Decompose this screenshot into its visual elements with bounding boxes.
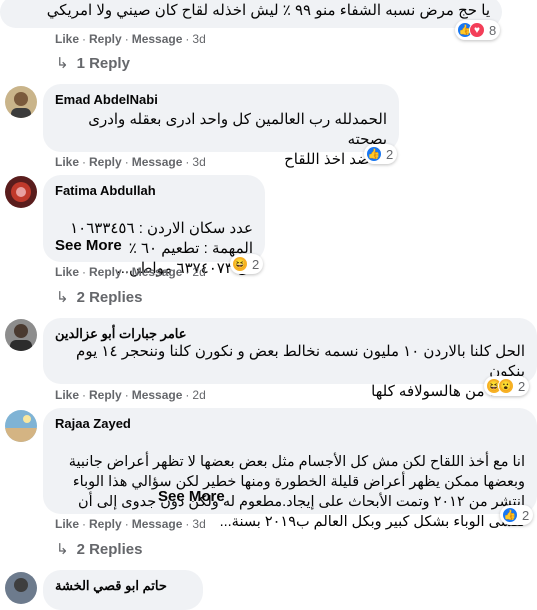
timestamp[interactable]: 3d (192, 517, 205, 531)
avatar[interactable] (5, 319, 37, 351)
reaction-count: 8 (489, 22, 497, 38)
avatar[interactable] (5, 86, 37, 118)
reply-arrow-icon: ↳ (56, 541, 69, 558)
reaction-count: 2 (518, 378, 526, 394)
comment-actions: Like · Reply · Message · 3d (55, 155, 206, 169)
avatar[interactable] (5, 176, 37, 208)
reply-button[interactable]: Reply (89, 265, 122, 279)
reaction-count: 2 (522, 507, 530, 523)
message-button[interactable]: Message (132, 265, 183, 279)
timestamp[interactable]: 3d (192, 155, 205, 169)
like-reaction-icon: 👍 (366, 146, 382, 162)
timestamp[interactable]: 2d (192, 265, 205, 279)
avatar[interactable] (5, 572, 37, 604)
view-replies-button[interactable]: ↳ 2 Replies (56, 288, 142, 306)
comment-bubble: حاتم ابو قصي الخشة (43, 570, 203, 610)
like-button[interactable]: Like (55, 388, 79, 402)
reactions-summary[interactable]: 😆 2 (230, 254, 264, 274)
comment-author[interactable]: Fatima Abdullah (55, 183, 156, 198)
reply-button[interactable]: Reply (89, 517, 122, 531)
reply-button[interactable]: Reply (89, 32, 122, 46)
avatar-amer-icon (5, 319, 37, 351)
comment-bubble: عامر جبارات أبو عزالدين الحل كلنا بالارد… (43, 318, 537, 400)
like-button[interactable]: Like (55, 155, 79, 169)
avatar-emad-icon (5, 86, 37, 118)
view-replies-button[interactable]: ↳ 1 Reply (56, 54, 130, 72)
reply-button[interactable]: Reply (89, 155, 122, 169)
reactions-summary[interactable]: 👍 2 (364, 144, 398, 164)
replies-label: 2 Replies (76, 289, 143, 306)
reply-arrow-icon: ↳ (56, 289, 69, 306)
reaction-count: 2 (386, 146, 394, 162)
view-replies-button[interactable]: ↳ 2 Replies (56, 540, 142, 558)
message-button[interactable]: Message (132, 517, 183, 531)
replies-label: 2 Replies (76, 541, 143, 558)
reactions-summary[interactable]: 👍 2 (500, 505, 534, 525)
comment-actions: Like · Reply · Message · 3d (55, 32, 206, 46)
comment-bubble: Emad AbdelNabi الحمدلله رب العالمين كل و… (43, 84, 399, 168)
comment-author[interactable]: Rajaa Zayed (55, 416, 131, 431)
comment-text: يا حج مرض نسبه الشفاء منو ٩٩ ٪ ليش اخذله… (46, 2, 490, 19)
comment-actions: Like · Reply · Message · 2d (55, 388, 206, 402)
replies-label: 1 Reply (76, 55, 130, 72)
haha-reaction-icon: 😆 (232, 256, 248, 272)
reply-arrow-icon: ↳ (56, 55, 69, 72)
comment-actions: Like · Reply · Message · 2d (55, 265, 206, 279)
timestamp[interactable]: 2d (192, 388, 205, 402)
message-button[interactable]: Message (132, 32, 183, 46)
avatar-hatem-icon (5, 572, 37, 604)
message-button[interactable]: Message (132, 155, 183, 169)
like-button[interactable]: Like (55, 265, 79, 279)
like-button[interactable]: Like (55, 517, 79, 531)
comment-author[interactable]: Emad AbdelNabi (55, 92, 158, 107)
avatar-rajaa-icon (5, 410, 37, 442)
reply-button[interactable]: Reply (89, 388, 122, 402)
avatar-fatima-icon (5, 176, 37, 208)
see-more-link[interactable]: See More (55, 237, 122, 254)
avatar[interactable] (5, 410, 37, 442)
like-reaction-icon: 👍 (502, 507, 518, 523)
reactions-summary[interactable]: 👍 ♥ 8 (455, 20, 501, 40)
comment-actions: Like · Reply · Message · 3d (55, 517, 206, 531)
timestamp[interactable]: 3d (192, 32, 205, 46)
reactions-summary[interactable]: 😆 😮 2 (484, 376, 530, 396)
love-reaction-icon: ♥ (469, 22, 485, 38)
comment-bubble: Rajaa Zayed انا مع أخذ اللقاح لكن مش كل … (43, 408, 537, 530)
see-more-link[interactable]: See More (158, 488, 225, 505)
comment-bubble: Fatima Abdullah عدد سكان الاردن : ١٠٦٣٣٤… (43, 175, 265, 277)
message-button[interactable]: Message (132, 388, 183, 402)
comment-author[interactable]: حاتم ابو قصي الخشة (55, 578, 167, 594)
comment-author[interactable]: عامر جبارات أبو عزالدين (55, 326, 187, 342)
like-button[interactable]: Like (55, 32, 79, 46)
wow-reaction-icon: 😮 (498, 378, 514, 394)
reaction-count: 2 (252, 256, 260, 272)
comment-bubble: يا حج مرض نسبه الشفاء منو ٩٩ ٪ ليش اخذله… (0, 0, 502, 28)
